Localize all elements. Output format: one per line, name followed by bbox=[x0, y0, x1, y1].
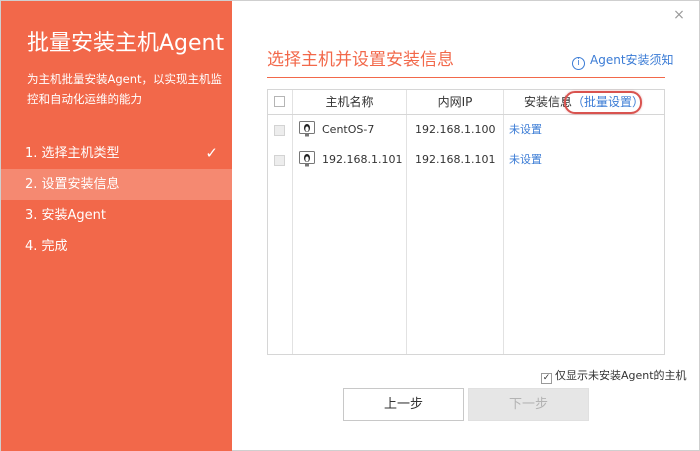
wizard-sidebar: 批量安装主机Agent 为主机批量安装Agent，以实现主机监控和自动化运维的能… bbox=[1, 1, 232, 451]
host-name: CentOS-7 bbox=[322, 123, 375, 136]
host-ip: 192.168.1.101 bbox=[415, 153, 496, 166]
wizard-steps: 1. 选择主机类型 ✓ 2. 设置安装信息 3. 安装Agent 4. 完成 bbox=[1, 138, 232, 262]
filter-label: 仅显示未安装Agent的主机 bbox=[555, 369, 687, 382]
linux-monitor-icon bbox=[299, 151, 315, 167]
wizard-title: 批量安装主机Agent bbox=[27, 31, 225, 56]
host-table: 主机名称 内网IP 安装信息（批量设置） CentOS-7 192.168.1.… bbox=[267, 89, 665, 355]
step-label: 4. 完成 bbox=[25, 239, 68, 254]
linux-monitor-icon bbox=[299, 121, 315, 137]
select-all-checkbox[interactable] bbox=[274, 96, 285, 107]
step-set-install-info: 2. 设置安装信息 bbox=[1, 169, 232, 200]
help-link-label: Agent安装须知 bbox=[590, 53, 674, 67]
wizard-description: 为主机批量安装Agent，以实现主机监控和自动化运维的能力 bbox=[27, 72, 223, 106]
agent-install-notes-link[interactable]: i Agent安装须知 bbox=[572, 51, 674, 70]
next-step-button[interactable]: 下一步 bbox=[468, 388, 589, 421]
install-agent-dialog: 批量安装主机Agent 为主机批量安装Agent，以实现主机监控和自动化运维的能… bbox=[0, 0, 700, 451]
step-finish: 4. 完成 bbox=[1, 231, 232, 262]
step-label: 1. 选择主机类型 bbox=[25, 146, 120, 161]
host-ip: 192.168.1.100 bbox=[415, 123, 496, 136]
step-select-host-type: 1. 选择主机类型 ✓ bbox=[1, 138, 232, 169]
info-icon: i bbox=[572, 57, 585, 70]
table-row: CentOS-7 192.168.1.100 未设置 bbox=[268, 115, 664, 145]
row-checkbox[interactable] bbox=[274, 125, 285, 136]
table-header: 主机名称 内网IP 安装信息（批量设置） bbox=[268, 90, 664, 115]
title-divider bbox=[267, 77, 665, 78]
row-checkbox[interactable] bbox=[274, 155, 285, 166]
filter-checkbox[interactable]: ✓ bbox=[541, 373, 552, 384]
check-icon: ✓ bbox=[205, 144, 218, 162]
close-icon[interactable]: × bbox=[671, 7, 687, 23]
previous-step-button[interactable]: 上一步 bbox=[343, 388, 464, 421]
step-install-agent: 3. 安装Agent bbox=[1, 200, 232, 231]
page-title: 选择主机并设置安装信息 bbox=[267, 50, 454, 70]
install-info-unset-link[interactable]: 未设置 bbox=[509, 115, 542, 145]
install-info-unset-link[interactable]: 未设置 bbox=[509, 145, 542, 175]
table-row: 192.168.1.101 192.168.1.101 未设置 bbox=[268, 145, 664, 175]
host-name: 192.168.1.101 bbox=[322, 153, 403, 166]
step-label: 3. 安装Agent bbox=[25, 208, 107, 223]
column-header-host-name: 主机名称 bbox=[325, 95, 374, 109]
highlight-ring bbox=[564, 91, 642, 114]
uninstalled-only-filter[interactable]: ✓ 仅显示未安装Agent的主机 bbox=[541, 367, 687, 384]
step-label: 2. 设置安装信息 bbox=[25, 177, 120, 192]
column-header-internal-ip: 内网IP bbox=[437, 95, 473, 109]
